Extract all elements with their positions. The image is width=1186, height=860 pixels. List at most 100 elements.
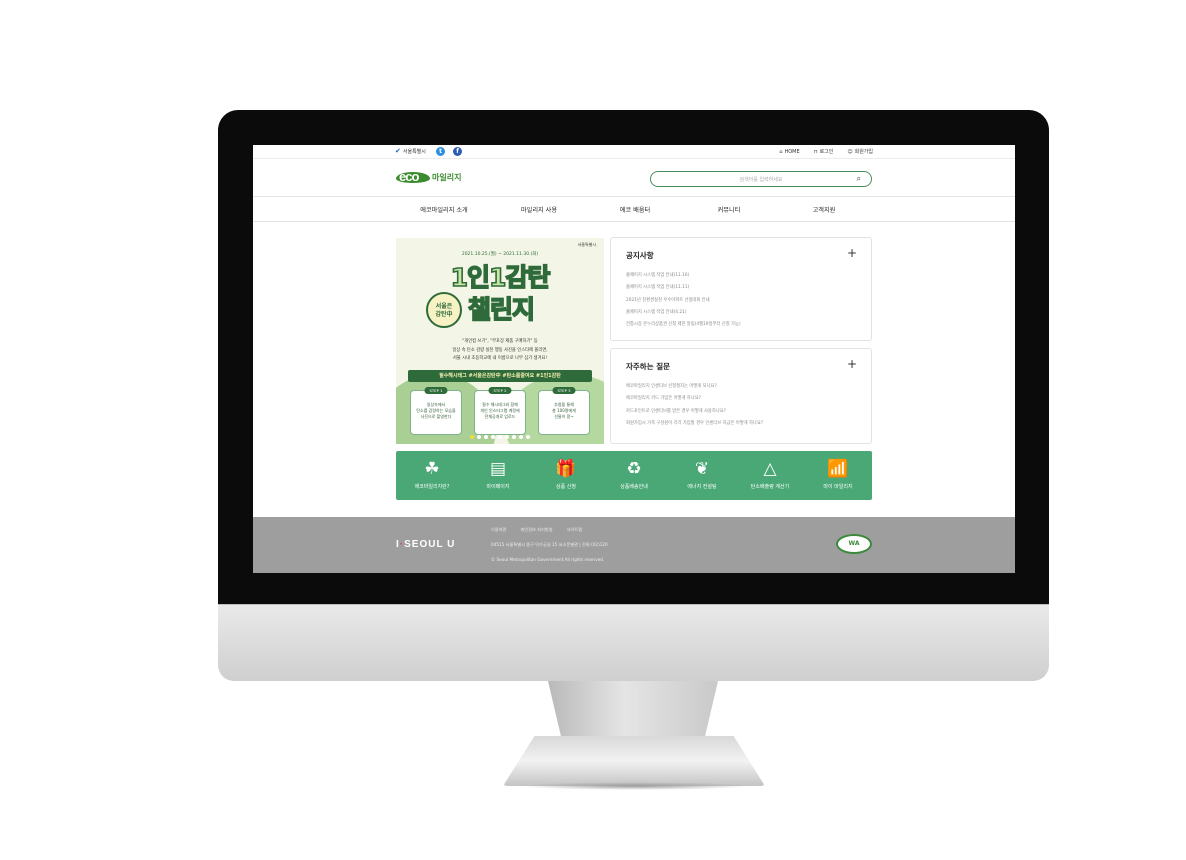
gift-icon: 🎁: [555, 459, 577, 479]
document-icon: ▤: [489, 459, 507, 479]
faq-item[interactable]: 회원가입시 가족 구성원이 각각 가입할 경우 인센티브 지급은 어떻게 하나요…: [626, 418, 763, 430]
user-icon: ☺: [847, 148, 853, 155]
banner-step-1: STEP 1 일상속에서 탄소를 감량하는 모습을 사진으로 촬영한다: [410, 387, 462, 435]
quick-label: 에코마일리지란?: [414, 484, 450, 490]
banner-step-2: STEP 2 필수 해시태그와 함께 개인 인스타그램 계정에 전체공개로 업로…: [474, 387, 526, 435]
login-label: 로그인: [819, 149, 834, 155]
banner-title-1: 1인1감탄: [450, 262, 551, 293]
seoul-brand-logo: I·SEOUL U: [396, 539, 455, 550]
monitor-neck: [548, 681, 718, 739]
faq-panel: 자주하는 질문 + 에코마일리지 인센티브 신청절차는 어떻게 되나요? 에코마…: [610, 348, 872, 444]
notice-item[interactable]: 전통시장 온누리상품권 신청 제한 알림(4월19일부터 신청 가능): [626, 319, 741, 331]
notice-item[interactable]: 홈페이지 시스템 작업 안내(11.11): [626, 282, 741, 294]
site-footer: I·SEOUL U 이용약관 개인정보 처리방침 사이트맵 04515 서울특별…: [253, 517, 1015, 573]
quick-menu: ☘ 에코마일리지란? ▤ 마이페이지 🎁 상품 신청 ♻ 상품배송안내 ❦ 에너…: [396, 451, 872, 500]
search-icon[interactable]: ⌕: [857, 174, 861, 184]
seoul-logo[interactable]: ✔ 서울특별시: [395, 147, 426, 155]
monitor-chin: [218, 604, 1049, 681]
terms-link[interactable]: 이용약관: [491, 527, 506, 533]
nav-item-usage[interactable]: 마일리지 사용: [521, 205, 557, 214]
nav-item-community[interactable]: 커뮤니티: [718, 205, 741, 214]
quick-item-about[interactable]: ☘ 에코마일리지란?: [402, 458, 462, 490]
web-accessibility-mark: WA: [836, 534, 872, 554]
logo-text: SEOUL U: [404, 539, 456, 550]
eco-mileage-logo[interactable]: eco 마일리지: [396, 169, 471, 185]
main-navigation: 에코마일리지 소개 마일리지 사용 에코 배움터 커뮤니티 고객지원: [253, 197, 1015, 222]
site-header: eco 마일리지: [253, 159, 1015, 197]
seoul-logo-text: 서울특별시: [402, 148, 426, 155]
carousel-dot[interactable]: [519, 435, 523, 439]
carousel-dot[interactable]: [526, 435, 530, 439]
main-content: 서울특별시 2021.10.25.(월) ~ 2021.11.30.(화) 1인…: [253, 222, 1015, 516]
faq-list: 에코마일리지 인센티브 신청절차는 어떻게 되나요? 에코마일리지 카드 가입은…: [626, 381, 763, 430]
utility-bar: ✔ 서울특별시 t f ⌂ HOME ⊓ 로그인 ☺ 회원가입: [253, 145, 1015, 159]
carousel-dot[interactable]: [484, 435, 488, 439]
sprout-icon: ❦: [694, 459, 710, 479]
logo-mileage-text: 마일리지: [432, 173, 462, 182]
quick-item-carbon[interactable]: △ 탄소배출량 계산기: [740, 458, 800, 490]
banner-seoul-logo: 서울특별시: [577, 242, 596, 247]
banner-desc-line: 일상 속 탄소 감량 실천 행동 사진을 인스타에 올리면,: [452, 347, 548, 353]
faq-item[interactable]: 카드포인트로 인센티브를 받은 경우 어떻게 사용하나요?: [626, 406, 763, 418]
notice-title[interactable]: 공지사항: [626, 250, 654, 261]
faq-item[interactable]: 에코마일리지 인센티브 신청절차는 어떻게 되나요?: [626, 381, 763, 393]
carousel-indicators: [396, 435, 604, 439]
quick-item-consulting[interactable]: ❦ 에너지 컨설팅: [672, 458, 732, 490]
nav-item-learning[interactable]: 에코 배움터: [620, 205, 650, 214]
quick-label: 마이페이지: [486, 484, 510, 490]
quick-label: 탄소배출량 계산기: [750, 484, 790, 490]
nav-item-intro[interactable]: 에코마일리지 소개: [420, 205, 468, 214]
notice-item[interactable]: 홈페이지 시스템 작업 안내(4.21): [626, 307, 741, 319]
step-text: 추첨을 통해 총 100명에게 선물이 팡~: [552, 402, 576, 419]
carousel-dot[interactable]: [498, 435, 502, 439]
home-label: HOME: [784, 148, 800, 155]
search-input[interactable]: 검색어를 입력하세요 ⌕: [650, 171, 872, 187]
nav-item-support[interactable]: 고객지원: [813, 205, 836, 214]
monitor-base: [503, 736, 765, 786]
carousel-dot[interactable]: [477, 435, 481, 439]
challenge-banner[interactable]: 서울특별시 2021.10.25.(월) ~ 2021.11.30.(화) 1인…: [396, 238, 604, 444]
twitter-icon[interactable]: t: [436, 147, 445, 156]
plant-hand-icon: ☘: [424, 459, 440, 479]
join-label: 회원가입: [854, 149, 873, 155]
monitor-mockup: ✔ 서울특별시 t f ⌂ HOME ⊓ 로그인 ☺ 회원가입 eco 마일리지 검색어…: [0, 0, 1186, 860]
step-text: 일상속에서 탄소를 감량하는 모습을 사진으로 촬영한다: [416, 402, 456, 419]
home-icon: ⌂: [779, 148, 783, 155]
notice-item[interactable]: 2021년 친환경실천 우수아파트 선정대회 안내: [626, 295, 741, 307]
banner-desc-line: "개인컵 쓰기", "무포장 제품 구매하기" 등: [462, 339, 538, 344]
utility-links: ⌂ HOME ⊓ 로그인 ☺ 회원가입: [779, 148, 873, 156]
faq-item[interactable]: 에코마일리지 카드 가입은 어떻게 하나요?: [626, 393, 763, 405]
footer-copyright: © Seoul Metropolitan Government All righ…: [491, 557, 605, 562]
privacy-link[interactable]: 개인정보 처리방침: [520, 527, 552, 533]
seoul-mark-icon: ✔: [395, 147, 401, 155]
bar-chart-icon: 📶: [827, 459, 849, 479]
faq-more-icon[interactable]: +: [847, 358, 857, 370]
banner-date: 2021.10.25.(월) ~ 2021.11.30.(화): [461, 252, 539, 257]
carousel-dot[interactable]: [491, 435, 495, 439]
facebook-icon[interactable]: f: [453, 147, 462, 156]
logo-eco-text: eco: [399, 169, 419, 184]
footer-links: 이용약관 개인정보 처리방침 사이트맵: [491, 527, 582, 533]
co2-icon: △: [763, 459, 777, 479]
carousel-dot[interactable]: [505, 435, 509, 439]
banner-hashtags: 필수해시태그 #서울은감탄中 #탄소를줄여요 #1인1감탄: [408, 370, 592, 382]
step-tag: STEP 1: [424, 387, 448, 394]
login-link[interactable]: ⊓ 로그인: [814, 148, 834, 156]
carousel-dot[interactable]: [512, 435, 516, 439]
quick-item-gift[interactable]: 🎁 상품 신청: [536, 458, 596, 490]
notice-more-icon[interactable]: +: [847, 247, 857, 259]
banner-badge: 서울은 감탄中: [426, 292, 462, 328]
quick-item-my-mileage[interactable]: 📶 마이 마일리지: [808, 458, 868, 490]
quick-item-mypage[interactable]: ▤ 마이페이지: [468, 458, 528, 490]
join-link[interactable]: ☺ 회원가입: [847, 148, 873, 156]
notice-list: 홈페이지 시스템 작업 안내(11.16) 홈페이지 시스템 작업 안내(11.…: [626, 270, 741, 331]
faq-title[interactable]: 자주하는 질문: [626, 361, 670, 372]
home-link[interactable]: ⌂ HOME: [779, 148, 799, 155]
notice-item[interactable]: 홈페이지 시스템 작업 안내(11.16): [626, 270, 741, 282]
quick-item-delivery[interactable]: ♻ 상품배송안내: [604, 458, 664, 490]
quick-label: 마이 마일리지: [823, 484, 853, 490]
banner-description: "개인컵 쓰기", "무포장 제품 구매하기" 등 일상 속 탄소 감량 실천 …: [396, 338, 604, 364]
carousel-dot[interactable]: [470, 435, 474, 439]
quick-label: 에너지 컨설팅: [687, 484, 717, 490]
sitemap-link[interactable]: 사이트맵: [567, 527, 582, 533]
